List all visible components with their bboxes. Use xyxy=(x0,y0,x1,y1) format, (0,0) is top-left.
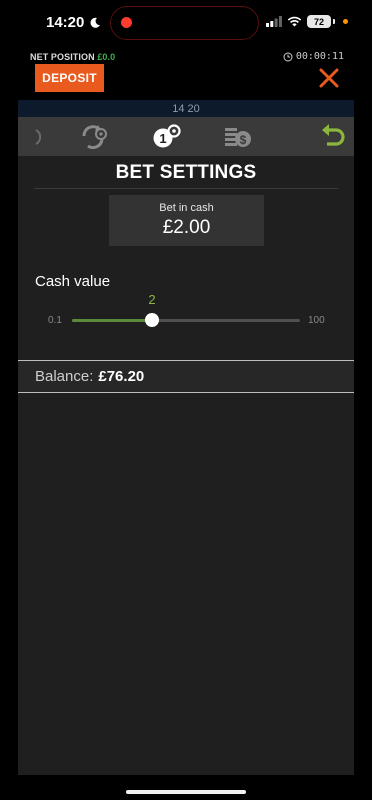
page-title: BET SETTINGS xyxy=(115,162,257,183)
settings-toolbar: 1 $ xyxy=(18,117,354,156)
balance-bar: Balance: £76.20 xyxy=(18,360,354,393)
battery-icon: 72 xyxy=(307,15,331,28)
refresh-gears-icon[interactable] xyxy=(79,122,109,152)
session-timer: 00:00:11 xyxy=(283,51,344,62)
slider-min-label: 0.1 xyxy=(48,315,62,326)
svg-text:$: $ xyxy=(240,133,247,147)
slider-fill xyxy=(72,319,152,322)
battery-tip xyxy=(333,19,335,24)
game-topbar: 14 20 xyxy=(18,100,354,117)
cash-value-current: 2 xyxy=(148,292,156,307)
game-panel: 14 20 1 $ BET SETTINGS Bet in cash £2.00… xyxy=(18,100,354,775)
cash-value-slider[interactable] xyxy=(72,313,300,327)
back-arrow-icon[interactable] xyxy=(318,122,348,152)
net-position: NET POSITION £0.0 xyxy=(30,52,115,62)
timer-text: 00:00:11 xyxy=(295,51,344,62)
signal-icon xyxy=(266,16,282,27)
svg-text:1: 1 xyxy=(159,131,166,146)
close-icon[interactable] xyxy=(319,68,339,88)
partial-icon xyxy=(35,129,42,145)
clock-icon xyxy=(283,52,293,61)
net-position-value: £0.0 xyxy=(97,52,116,62)
bet-settings-icon[interactable]: 1 xyxy=(152,122,182,152)
privacy-indicator-icon xyxy=(343,19,348,24)
slider-max-label: 100 xyxy=(308,315,325,326)
slider-thumb[interactable] xyxy=(144,313,159,327)
status-time: 14:20 xyxy=(46,14,101,31)
bet-in-cash-value: £2.00 xyxy=(162,217,211,238)
balance-value: £76.20 xyxy=(98,368,145,385)
status-time-text: 14:20 xyxy=(46,14,85,31)
recording-indicator-icon xyxy=(121,17,132,28)
balance-label: Balance: xyxy=(35,368,94,385)
title-divider xyxy=(34,188,338,189)
bet-in-cash-label: Bet in cash xyxy=(159,202,214,214)
wifi-icon xyxy=(287,16,302,27)
deposit-button[interactable]: DEPOSIT xyxy=(35,64,104,92)
net-position-label: NET POSITION xyxy=(30,52,95,62)
moon-icon xyxy=(90,17,101,28)
bet-in-cash-box: Bet in cash £2.00 xyxy=(109,195,264,246)
status-indicators: 72 xyxy=(266,15,348,28)
game-clock: 14 20 xyxy=(172,102,200,115)
battery-level: 72 xyxy=(313,16,324,27)
dynamic-island xyxy=(110,6,259,40)
cash-value-label: Cash value xyxy=(35,273,111,290)
home-indicator[interactable] xyxy=(126,790,246,794)
coin-stack-icon[interactable]: $ xyxy=(223,122,253,152)
